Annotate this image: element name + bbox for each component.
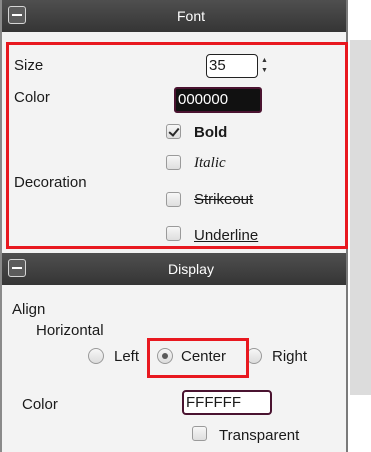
horizontal-label: Horizontal [36,322,104,339]
panel-left-border [0,0,2,452]
align-left-radio[interactable] [88,348,104,364]
scrollbar-thumb[interactable] [350,40,371,395]
display-section-header[interactable]: Display [2,253,346,285]
center-option-highlight [147,338,249,378]
font-section-header[interactable]: Font [2,0,346,32]
transparent-label: Transparent [219,427,300,444]
display-color-label: Color [22,396,58,413]
display-section-title: Display [168,261,214,277]
display-color-input[interactable]: FFFFFF [182,390,272,415]
align-right-label: Right [272,348,308,365]
transparent-checkbox[interactable] [192,426,207,441]
font-properties-highlight [6,42,348,249]
align-left-label: Left [114,348,140,365]
align-label: Align [12,301,46,318]
font-section-title: Font [176,8,205,24]
